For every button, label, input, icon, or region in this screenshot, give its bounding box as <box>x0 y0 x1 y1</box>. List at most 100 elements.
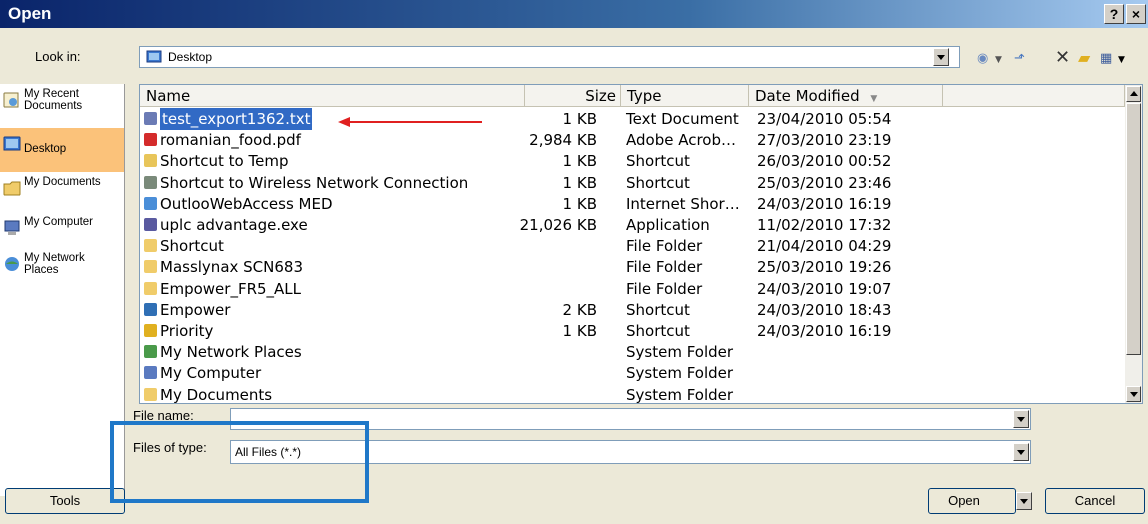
desktop-icon <box>3 136 21 151</box>
my-computer-icon <box>4 220 20 235</box>
file-type-cell: System Folder <box>626 364 734 383</box>
sort-descending-icon: ▼ <box>870 94 878 104</box>
title-bar: Open ? × <box>0 0 1148 28</box>
file-date-cell: 21/04/2010 04:29 <box>757 237 892 256</box>
priority-icon <box>144 324 157 337</box>
file-row[interactable]: Masslynax SCN683 File Folder 25/03/2010 19… <box>140 256 1125 278</box>
file-row[interactable]: Shortcut to Wireless Network Connection 1… <box>140 172 1125 194</box>
place-label: My Computer <box>24 216 94 228</box>
scroll-up-button[interactable] <box>1126 86 1141 102</box>
window-title: Open <box>8 4 52 23</box>
file-date-cell: 23/04/2010 05:54 <box>757 110 892 128</box>
file-name-cell: uplc advantage.exe <box>160 216 308 234</box>
tools-button[interactable]: Tools <box>5 488 125 514</box>
file-row[interactable]: My Network Places System Folder <box>140 341 1125 363</box>
scroll-thumb[interactable] <box>1126 103 1141 355</box>
file-name-cell: Shortcut to Temp <box>160 152 289 171</box>
network-places-icon <box>144 345 157 359</box>
file-row[interactable]: uplc advantage.exe 21,026 KB Application 11… <box>140 214 1125 236</box>
help-button[interactable]: ? <box>1104 4 1124 24</box>
file-date-cell: 11/02/2010 17:32 <box>757 216 892 234</box>
file-row[interactable]: Empower 2 KB Shortcut 24/03/2010 18:43 <box>140 299 1125 321</box>
place-label: My Documents <box>24 176 101 188</box>
file-type-cell: Shortcut <box>626 173 690 192</box>
file-size-cell: 2 KB <box>562 300 597 319</box>
file-date-cell: 24/03/2010 18:43 <box>757 300 892 319</box>
back-icon[interactable]: ◉ <box>977 51 988 66</box>
file-row[interactable]: My Documents System Folder <box>140 384 1125 404</box>
cancel-button[interactable]: Cancel <box>1045 488 1145 514</box>
network-places-icon <box>5 257 19 271</box>
column-header-size[interactable]: Size <box>525 85 621 107</box>
place-my-documents[interactable]: My Documents <box>0 172 124 216</box>
file-row[interactable]: Empower_FR5_ALL File Folder 24/03/2010 19:… <box>140 278 1125 300</box>
file-size-cell: 1 KB <box>562 110 597 128</box>
place-my-network-places[interactable]: My Network Places <box>0 248 124 292</box>
column-header-label: Date Modified <box>755 87 860 105</box>
folder-icon <box>144 281 157 295</box>
file-type-cell: Shortcut <box>626 300 690 319</box>
desktop-icon <box>146 50 162 63</box>
look-in-value: Desktop <box>168 50 213 64</box>
folder-icon <box>144 239 157 253</box>
file-list[interactable]: Name Size Type Date Modified ▼ test_expo… <box>139 84 1143 404</box>
file-row[interactable]: Shortcut to Temp 1 KB Shortcut 26/03/2010 0… <box>140 150 1125 172</box>
file-row[interactable]: OutlooWebAccess MED 1 KB Internet Shor… 24/… <box>140 193 1125 215</box>
file-name-cell: Shortcut to Wireless Network Connection <box>160 173 469 192</box>
scroll-down-button[interactable] <box>1126 386 1141 402</box>
file-row[interactable]: My Computer System Folder <box>140 362 1125 384</box>
views-menu-icon[interactable]: ▦ <box>1100 51 1112 66</box>
my-documents-icon <box>3 181 21 196</box>
file-date-cell: 25/03/2010 23:46 <box>757 173 892 192</box>
up-folder-icon[interactable]: ⬏ <box>1014 51 1025 66</box>
file-type-cell: Shortcut <box>626 152 690 171</box>
folder-shortcut-icon <box>144 154 157 168</box>
my-documents-icon <box>144 387 157 401</box>
annotation-arrow <box>338 117 482 127</box>
close-button[interactable]: × <box>1126 4 1146 24</box>
column-header-name[interactable]: Name <box>140 85 525 107</box>
pdf-icon <box>144 133 157 147</box>
files-of-type-dropdown-button[interactable] <box>1013 443 1029 461</box>
place-desktop[interactable]: Desktop <box>0 128 124 172</box>
wireless-icon <box>144 175 157 189</box>
file-name-cell: Empower <box>160 300 231 319</box>
file-name-cell: Priority <box>160 322 214 340</box>
application-icon <box>144 218 157 231</box>
file-row[interactable]: Shortcut File Folder 21/04/2010 04:29 <box>140 235 1125 257</box>
column-header-type[interactable]: Type <box>621 85 749 107</box>
back-dropdown-icon[interactable]: ▼ <box>995 55 1002 65</box>
file-name-cell: My Documents <box>160 385 273 404</box>
look-in-combo[interactable]: Desktop <box>139 46 960 68</box>
look-in-dropdown-button[interactable] <box>933 48 949 66</box>
file-row[interactable]: Priority 1 KB Shortcut 24/03/2010 16:19 <box>140 320 1125 342</box>
new-folder-icon[interactable]: ▰ <box>1078 48 1090 67</box>
place-label: My Recent Documents <box>24 88 83 112</box>
file-type-cell: File Folder <box>626 279 703 298</box>
vertical-scrollbar[interactable] <box>1125 85 1142 403</box>
folder-icon <box>144 260 157 274</box>
file-date-cell: 24/03/2010 19:07 <box>757 279 892 298</box>
file-row[interactable]: romanian_food.pdf 2,984 KB Adobe Acrob… 27/… <box>140 129 1125 151</box>
file-date-cell: 25/03/2010 19:26 <box>757 258 892 277</box>
place-my-recent-documents[interactable]: My Recent Documents <box>0 84 124 128</box>
file-name-dropdown-button[interactable] <box>1013 410 1029 428</box>
file-type-cell: Shortcut <box>626 322 690 340</box>
open-button[interactable]: Open <box>928 488 1016 514</box>
place-label: Desktop <box>24 143 67 155</box>
places-bar: My Recent Documents Desktop My Documents… <box>0 84 125 496</box>
file-type-cell: File Folder <box>626 237 703 256</box>
file-row[interactable]: test_export1362.txt 1 KB Text Document 23/0… <box>140 108 1125 130</box>
file-type-cell: Text Document <box>626 110 739 128</box>
open-dropdown-button[interactable] <box>1016 492 1032 510</box>
annotation-box <box>110 421 369 503</box>
place-label: My Network Places <box>24 252 85 276</box>
empower-icon <box>144 302 157 316</box>
column-header-date-modified[interactable]: Date Modified ▼ <box>749 85 943 107</box>
file-name-cell: test_export1362.txt <box>160 108 313 130</box>
file-type-cell: System Folder <box>626 385 734 404</box>
delete-icon[interactable]: ✕ <box>1055 47 1070 68</box>
file-date-cell: 24/03/2010 16:19 <box>757 194 892 213</box>
views-dropdown-icon[interactable]: ▼ <box>1118 55 1125 65</box>
file-name-cell: OutlooWebAccess MED <box>160 194 333 213</box>
